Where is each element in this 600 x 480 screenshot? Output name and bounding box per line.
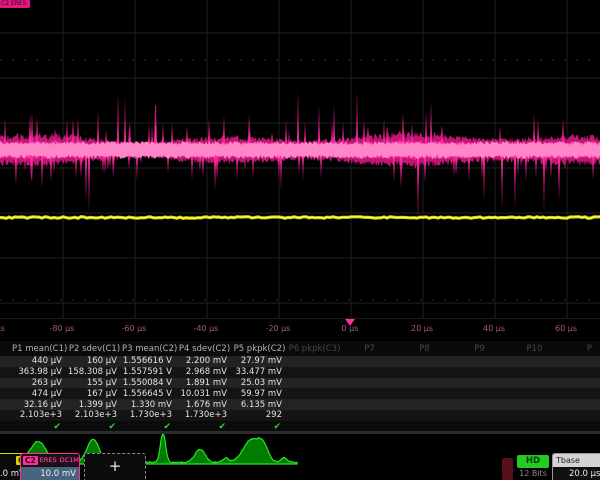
measurement-cell: 33.477 mV [232,367,287,377]
measurement-column-header[interactable]: P3 mean(C2) [122,344,177,354]
measurement-cell: 32.16 µV [12,400,67,410]
time-axis-label: -20 µs [256,324,300,333]
hd-mode-badge[interactable]: HD [517,455,549,468]
measurement-header-row: P1 mean(C1)P2 sdev(C1)P3 mean(C2)P4 sdev… [0,341,600,356]
measurement-cell: 25.03 mV [232,378,287,388]
measurement-column-header[interactable]: P2 sdev(C1) [67,344,122,354]
measurement-cell: 1.557591 V [122,367,177,377]
measurement-cell: 167 µV [67,389,122,399]
measurement-cell: 10.031 mV [177,389,232,399]
measurement-column-header[interactable]: P10 [507,344,562,354]
measurement-table: P1 mean(C1)P2 sdev(C1)P3 mean(C2)P4 sdev… [0,341,600,433]
trace-annotation-badge: C2 ERES [0,0,30,8]
measurement-cell: 2.103e+3 [12,410,67,420]
timebase-descriptor-box[interactable]: Tbase 20.0 µs [552,453,600,480]
measurement-cell: 59.97 mV [232,389,287,399]
c2-vdiv-value: 10.0 mV [21,467,79,480]
measurement-cell: 155 µV [67,378,122,388]
measurement-cell: 1.730e+3 [177,410,232,420]
measurement-cell: 474 µV [12,389,67,399]
time-axis-label: -40 µs [184,324,228,333]
c2-channel-tag: C2 [23,456,38,465]
measurement-cell: 158.308 µV [67,367,122,377]
measurement-cell: 1.550084 V [122,378,177,388]
measurement-column-header[interactable]: P4 sdev(C2) [177,344,232,354]
timebase-value: 20.0 µs [553,467,600,480]
time-axis-label: -100 µs [0,324,12,333]
measurement-column-header[interactable]: P [562,344,600,354]
measurement-row: 32.16 µV1.399 µV1.330 mV1.676 mV6.135 mV [0,399,600,410]
c1-trace-highlight [0,217,600,219]
measurement-cell: 1.556616 V [122,356,177,366]
measurement-cell: 263 µV [12,378,67,388]
c2-noise-mid [0,117,600,189]
measurement-cell: 160 µV [67,356,122,366]
measurement-column-header[interactable]: P1 mean(C1) [12,344,67,354]
measurement-cell: 2.968 mV [177,367,232,377]
measurement-column-header[interactable]: P5 pkpk(C2) [232,344,287,354]
measurement-cell: 292 [232,410,287,420]
time-axis: -100 µs-80 µs-60 µs-40 µs-20 µs0 µs20 µs… [0,318,600,341]
c2-descriptor-box[interactable]: C2 ERES DC1M 10.0 mV [20,453,80,480]
measurement-cell: 6.135 mV [232,400,287,410]
measurement-cell: 27.97 mV [232,356,287,366]
c1-trace [0,217,600,219]
c2-coupling-badge: DC1M [59,456,80,465]
measurement-cell: 1.891 mV [177,378,232,388]
c2-noise-outer [0,90,600,221]
time-axis-label: -80 µs [40,324,84,333]
hd-bits-label: 12 Bits [512,469,554,478]
measurement-cell: 1.399 µV [67,400,122,410]
time-axis-label: 20 µs [400,324,444,333]
c2-eres-badge: ERES [39,456,58,465]
measurement-row: 440 µV160 µV1.556616 V2.200 mV27.97 mV [0,356,600,367]
measurement-row: 363.98 µV158.308 µV1.557591 V2.968 mV33.… [0,367,600,378]
trigger-position-marker[interactable] [345,319,355,326]
measurement-row: 263 µV155 µV1.550084 V1.891 mV25.03 mV [0,378,600,389]
measurement-row: 2.103e+32.103e+31.730e+31.730e+3292 [0,410,600,421]
measurement-column-header[interactable]: P8 [397,344,452,354]
measurement-cell: 1.730e+3 [122,410,177,420]
timebase-label: Tbase [553,454,600,467]
measurement-cell: 2.103e+3 [67,410,122,420]
descriptor-bar: C1 DC1M 50.0 mV C2 ERES DC1M 10.0 mV + H… [0,452,600,480]
c2-descriptor-top-row: C2 ERES DC1M [21,454,79,467]
measurement-column-header[interactable]: P9 [452,344,507,354]
measurement-cell: 1.556645 V [122,389,177,399]
add-trace-button[interactable]: + [84,453,146,480]
measurement-cell: 2.200 mV [177,356,232,366]
time-axis-label: 40 µs [472,324,516,333]
measurement-cell: 1.330 mV [122,400,177,410]
measurement-cell: 440 µV [12,356,67,366]
table-divider [0,431,600,434]
measurement-column-header[interactable]: P6 pkpk(C3) [287,344,342,354]
c2-noise-core [0,141,600,159]
time-axis-label: -60 µs [112,324,156,333]
time-axis-label: 60 µs [544,324,588,333]
measurement-cell: 363.98 µV [12,367,67,377]
measurement-row: 474 µV167 µV1.556645 V10.031 mV59.97 mV [0,388,600,399]
measurement-column-header[interactable]: P7 [342,344,397,354]
measurement-cell: 1.676 mV [177,400,232,410]
oscilloscope-screen: C2 ERES -100 µs-80 µs-60 µs-40 µs-20 µs0… [0,0,600,480]
